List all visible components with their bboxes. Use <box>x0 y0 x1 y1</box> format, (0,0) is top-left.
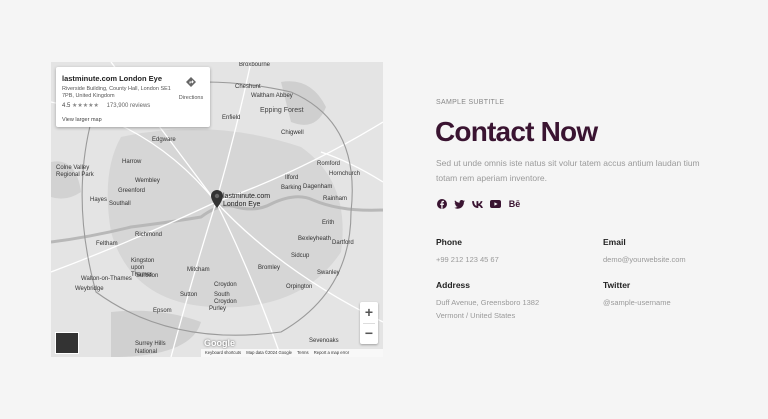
map-attribution: Keyboard shortcuts Map data ©2024 Google… <box>201 349 383 357</box>
map-place: Colne Valley Regional Park <box>56 165 94 178</box>
map-place: Walton-on-Thames <box>81 276 132 282</box>
map-place: Barking <box>281 185 302 191</box>
map-place: Epping Forest <box>260 107 304 114</box>
map-place: Waltham Abbey <box>251 93 293 99</box>
phone-label: Phone <box>436 237 462 247</box>
page-title: Contact Now <box>435 116 598 147</box>
keyboard-shortcuts-link[interactable]: Keyboard shortcuts <box>205 350 241 355</box>
twitter-label: Twitter <box>603 280 631 290</box>
vk-icon[interactable] <box>472 199 483 209</box>
place-address: Riverside Building, County Hall, London … <box>62 86 171 99</box>
map-place: Croydon <box>214 282 237 288</box>
directions-icon <box>186 77 196 87</box>
map-place: Epsom <box>153 308 172 314</box>
map-place: Greenford <box>118 188 146 194</box>
map-place: Harrow <box>122 159 142 165</box>
zoom-out-button[interactable]: − <box>360 323 378 344</box>
email-label: Email <box>603 237 626 247</box>
map-place: Bexleyheath <box>298 236 332 242</box>
map-place: Weybridge <box>75 286 104 292</box>
address-line-1: Duff Avenue, Greensboro 1382 <box>436 298 540 307</box>
rating-value: 4.5 <box>62 103 71 109</box>
map-place: Purley <box>209 306 227 312</box>
section-description: Sed ut unde omnis iste natus sit volur t… <box>436 158 700 183</box>
place-title: lastminute.com London Eye <box>62 74 163 83</box>
review-count-link[interactable]: 173,900 reviews <box>107 103 151 109</box>
map-place: Bromley <box>258 265 281 271</box>
map-type-thumbnail[interactable] <box>55 332 79 354</box>
youtube-icon[interactable] <box>490 199 501 209</box>
zoom-in-button[interactable]: + <box>360 302 378 323</box>
place-rating: 4.5 ★★★★★ 173,900 reviews <box>62 102 150 109</box>
place-info-card: lastminute.com London Eye Riverside Buil… <box>56 67 210 127</box>
directions-button[interactable]: Directions <box>174 75 208 101</box>
social-links: Bē <box>436 199 521 209</box>
map-place: Surrey Hills National <box>135 341 166 355</box>
map-place: Swanley <box>317 270 340 276</box>
terms-link[interactable]: Terms <box>297 350 308 355</box>
email-value[interactable]: demo@yourwebsite.com <box>603 253 686 266</box>
google-logo: Google <box>204 338 235 348</box>
map-place: Surbiton <box>136 273 159 279</box>
map-place: Erith <box>322 220 335 226</box>
pin-label: lastminute.com London Eye <box>223 193 271 208</box>
map-place: Hornchurch <box>329 171 361 177</box>
map-place: Orpington <box>286 284 313 290</box>
map-place: South Croydon <box>214 292 237 305</box>
report-error-link[interactable]: Report a map error <box>314 350 349 355</box>
embedded-map[interactable]: Broxbourne Cheshunt Waltham Abbey Enfiel… <box>51 62 383 357</box>
zoom-controls: + − <box>360 302 378 344</box>
map-place: Richmond <box>135 232 163 238</box>
map-place: Edgware <box>152 137 176 143</box>
phone-value[interactable]: +99 212 123 45 67 <box>436 253 499 266</box>
map-place: Broxbourne <box>239 62 271 68</box>
map-place: Mitcham <box>187 267 210 273</box>
map-place: Feltham <box>96 241 118 247</box>
map-place: Ilford <box>285 175 299 181</box>
rating-stars: ★★★★★ <box>72 103 99 109</box>
map-place: Dagenham <box>303 184 333 190</box>
facebook-icon[interactable] <box>436 199 447 209</box>
map-place: Sutton <box>180 292 198 298</box>
zoom-divider <box>363 323 375 324</box>
behance-icon[interactable]: Bē <box>508 199 521 209</box>
map-place: Chigwell <box>281 130 304 136</box>
view-larger-map-link[interactable]: View larger map <box>62 117 102 123</box>
map-place: Cheshunt <box>235 84 261 90</box>
map-place: Enfield <box>222 115 241 121</box>
map-data-text: Map data ©2024 Google <box>246 350 292 355</box>
address-line-2: Vermont / United States <box>436 311 516 320</box>
directions-label: Directions <box>178 95 204 101</box>
map-place: Wembley <box>135 178 160 184</box>
map-place: Sevenoaks <box>309 338 339 344</box>
map-place: Romford <box>317 161 341 167</box>
address-label: Address <box>436 280 471 290</box>
map-place: Rainham <box>323 196 348 202</box>
map-place: Southall <box>109 201 131 207</box>
map-place: Sidcup <box>291 253 310 259</box>
section-subtitle: SAMPLE SUBTITLE <box>436 99 505 106</box>
map-place: Hayes <box>90 197 108 203</box>
twitter-icon[interactable] <box>454 199 465 209</box>
location-pin-icon[interactable] <box>211 190 223 208</box>
map-place: Dartford <box>332 240 354 246</box>
twitter-handle[interactable]: @sample-username <box>603 296 671 309</box>
